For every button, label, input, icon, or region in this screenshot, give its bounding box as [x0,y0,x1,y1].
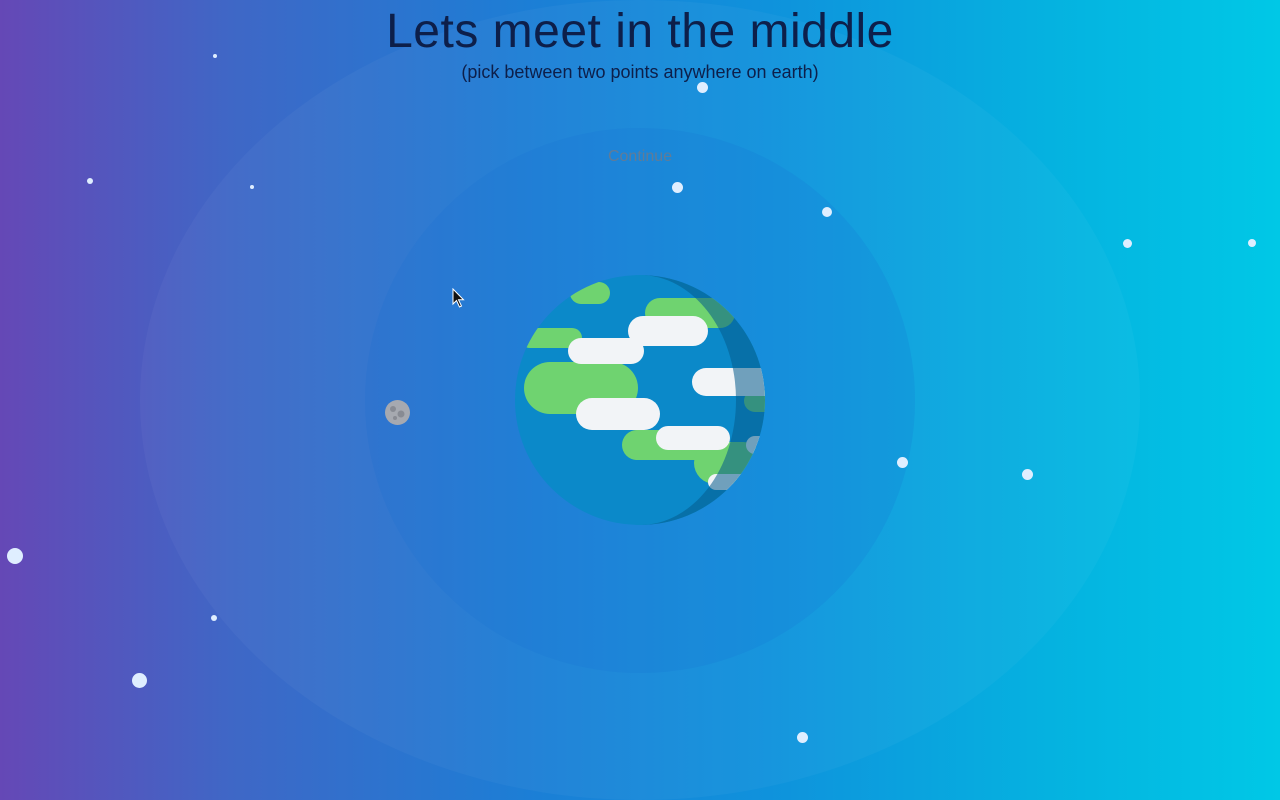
star [1022,469,1033,480]
mouse-cursor-icon [452,288,465,308]
star [250,185,254,189]
star [897,457,908,468]
star [7,548,23,564]
page-title: Lets meet in the middle [386,5,894,58]
star [132,673,147,688]
star [87,178,93,184]
page-subtitle: (pick between two points anywhere on ear… [461,62,819,82]
moon-icon[interactable] [384,399,411,426]
star [1248,239,1256,247]
star [211,615,217,621]
earth-icon[interactable] [510,272,770,532]
star [797,732,808,743]
star [1123,239,1132,248]
star [672,182,683,193]
star [822,207,832,217]
continue-button[interactable]: Continue [560,148,720,166]
star [697,82,708,93]
